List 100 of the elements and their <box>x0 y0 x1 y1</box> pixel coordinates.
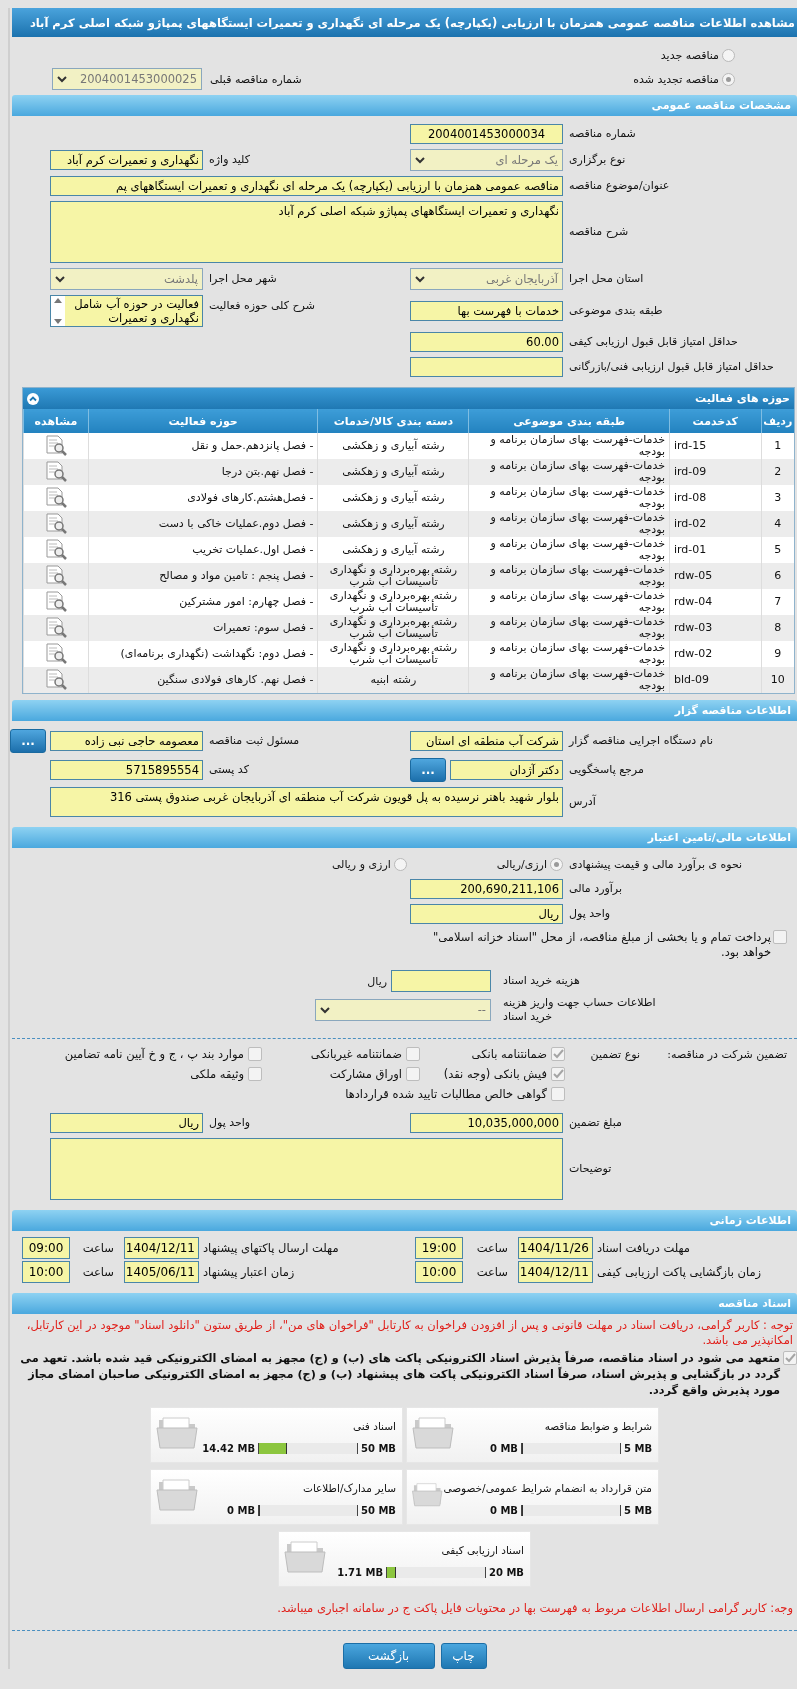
select-field[interactable]: یک مرحله ای <box>410 149 563 171</box>
field-label: نحوه ی برآورد مالی و قیمت پیشنهادی <box>568 858 744 871</box>
text-field[interactable]: 2004001453000034 <box>410 124 563 144</box>
time-field[interactable]: 10:00 <box>22 1261 70 1283</box>
field-label: نوع تضمین <box>589 1047 640 1061</box>
text-field[interactable]: نگهداری و تعمیرات کرم آباد <box>50 150 203 170</box>
text-area[interactable] <box>50 1138 563 1200</box>
text-field[interactable]: ریال <box>410 904 563 924</box>
field-label: شهر محل اجرا <box>208 272 278 286</box>
text-field[interactable]: معصومه حاجی نبی زاده <box>50 731 203 751</box>
text-field[interactable]: مناقصه عمومی همزمان با ارزیابی (یکپارچه) یک مرحله ای نگهداری و تعمیرات ایستگاههای پم <box>50 176 563 196</box>
time-field[interactable]: 10:00 <box>415 1261 463 1283</box>
document-title: متن قرارداد به انضمام شرایط عمومی/خصوصی <box>443 1482 652 1494</box>
chevron-down-icon <box>55 275 65 283</box>
text-area[interactable]: بلوار شهید باهنر نرسیده به پل قویون شرکت آب منطقه ای آذربایجان غربی صندوق پستی 316 <box>50 787 563 817</box>
radio-button[interactable] <box>550 858 563 871</box>
scroll-down-icon[interactable] <box>54 319 62 324</box>
field-label: طبقه بندی موضوعی <box>568 304 664 318</box>
checkbox[interactable] <box>406 1047 420 1061</box>
field-label: استان محل اجرا <box>568 272 645 286</box>
checkbox[interactable] <box>773 930 787 944</box>
time-field[interactable]: 19:00 <box>415 1237 463 1259</box>
radio-button[interactable] <box>722 48 735 62</box>
checkbox[interactable] <box>551 1047 565 1061</box>
date-field[interactable]: 1404/11/26 <box>518 1237 593 1259</box>
document-search-icon[interactable] <box>43 511 68 534</box>
document-search-icon[interactable] <box>43 433 68 456</box>
field-label: اطلاعات حساب جهت واریز هزینه خرید اسناد <box>502 996 657 1024</box>
radio-label: ارزی و ریالی <box>331 858 391 871</box>
text-field[interactable] <box>391 970 491 992</box>
chevron-down-icon <box>57 75 67 83</box>
table-cell: رشته ابنیه <box>317 667 469 693</box>
table-cell: - فصل نهم. کارهای فولادی سنگین <box>88 667 318 693</box>
field-label: مهلت ارسال پاکتهای پیشنهاد <box>202 1241 340 1255</box>
chevron-down-icon <box>415 275 425 283</box>
document-search-icon[interactable] <box>43 641 68 664</box>
document-search-icon[interactable] <box>43 667 68 690</box>
section-header: مشخصات مناقصه عمومی <box>12 95 797 116</box>
time-label: ساعت <box>475 1265 509 1279</box>
checkbox-label: پرداخت تمام و یا بخشی از مبلغ مناقصه، از محل "اسناد خزانه اسلامی" خواهد بود. <box>431 930 771 960</box>
text-field[interactable]: دکتر آژدان <box>450 760 563 780</box>
radio-button[interactable] <box>393 858 407 871</box>
checkbox[interactable] <box>248 1067 262 1081</box>
checkbox[interactable] <box>248 1047 262 1061</box>
select-field[interactable]: آذربایجان غربی <box>410 268 563 290</box>
radio-label: ارزی/ریالی <box>496 858 547 871</box>
list-box[interactable]: فعالیت در حوزه آب شامل نگهداری و تعمیرات <box>50 295 203 327</box>
checkbox-label: موارد بند پ ، ج و خ آیین نامه تضامین <box>64 1047 244 1061</box>
text-area[interactable]: نگهداری و تعمیرات ایستگاههای پمپاژو شبکه اصلی کرم آباد <box>50 201 563 263</box>
checkbox-label: گواهی خالص مطالبات تایید شده قراردادها <box>345 1087 547 1101</box>
document-search-icon[interactable] <box>43 589 68 612</box>
back-button[interactable]: بازگشت <box>342 1643 435 1669</box>
checkbox[interactable] <box>551 1087 565 1101</box>
date-field[interactable]: 1404/12/11 <box>518 1261 593 1283</box>
size-limit: 5 MB <box>624 1443 652 1454</box>
document-search-icon[interactable] <box>43 485 68 508</box>
select-field[interactable]: پلدشت <box>50 268 203 290</box>
text-field[interactable]: 200,690,211,106 <box>410 879 563 899</box>
text-field[interactable] <box>410 357 563 377</box>
time-label: ساعت <box>81 1241 115 1255</box>
select-field[interactable]: 2004001453000025 <box>52 68 202 90</box>
field-label: حداقل امتیاز قابل قبول ارزیابی فنی/بازرگانی <box>568 360 775 374</box>
collapse-icon[interactable] <box>27 392 39 405</box>
browse-button[interactable]: ... <box>410 758 446 782</box>
select-field[interactable]: -- <box>315 999 491 1021</box>
unit-label: ریال <box>367 974 387 988</box>
document-search-icon[interactable] <box>43 459 68 482</box>
field-label: شماره مناقصه <box>568 127 637 141</box>
text-field[interactable]: 5715895554 <box>50 760 203 780</box>
document-title: اسناد فنی <box>351 1420 396 1432</box>
field-label: مهلت دریافت اسناد <box>596 1241 691 1255</box>
field-label: واحد پول <box>568 907 612 921</box>
field-label: شماره مناقصه قبلی <box>210 72 302 86</box>
browse-button[interactable]: ... <box>10 729 46 753</box>
checkbox[interactable] <box>783 1351 797 1365</box>
checkbox-label: ضمانتنامه غیربانکی <box>310 1047 402 1061</box>
notice-text: وجه: کاربر گرامی ارسال اطلاعات مربوط به فهرست بها در محتویات فایل پاکت ج در سامانه اجباری میباشد. <box>276 1601 793 1616</box>
column-header: کدخدمت <box>669 409 761 433</box>
text-field[interactable]: شرکت آب منطقه ای استان <box>410 731 563 751</box>
date-field[interactable]: 1405/06/11 <box>124 1261 199 1283</box>
date-field[interactable]: 1404/12/11 <box>124 1237 199 1259</box>
size-limit: 5 MB <box>624 1505 652 1516</box>
text-field[interactable]: خدمات با فهرست بها <box>410 301 563 321</box>
checkbox-label: ضمانتنامه بانکی <box>471 1047 547 1061</box>
text-field[interactable]: ریال <box>50 1113 203 1133</box>
text-field[interactable]: 10,035,000,000 <box>410 1113 563 1133</box>
scroll-up-icon[interactable] <box>54 298 62 303</box>
document-search-icon[interactable] <box>43 615 68 638</box>
time-field[interactable]: 09:00 <box>22 1237 70 1259</box>
document-search-icon[interactable] <box>43 563 68 586</box>
column-header: حوزه فعالیت <box>88 409 318 433</box>
checkbox[interactable] <box>406 1067 420 1081</box>
document-search-icon[interactable] <box>43 537 68 560</box>
text-field[interactable]: 60.00 <box>410 332 563 352</box>
time-label: ساعت <box>81 1265 115 1279</box>
radio-button[interactable] <box>722 72 735 86</box>
print-button[interactable]: چاپ <box>440 1643 487 1669</box>
size-limit: 20 MB <box>489 1567 524 1578</box>
checkbox[interactable] <box>551 1067 565 1081</box>
field-label: برآورد مالی <box>568 882 623 896</box>
